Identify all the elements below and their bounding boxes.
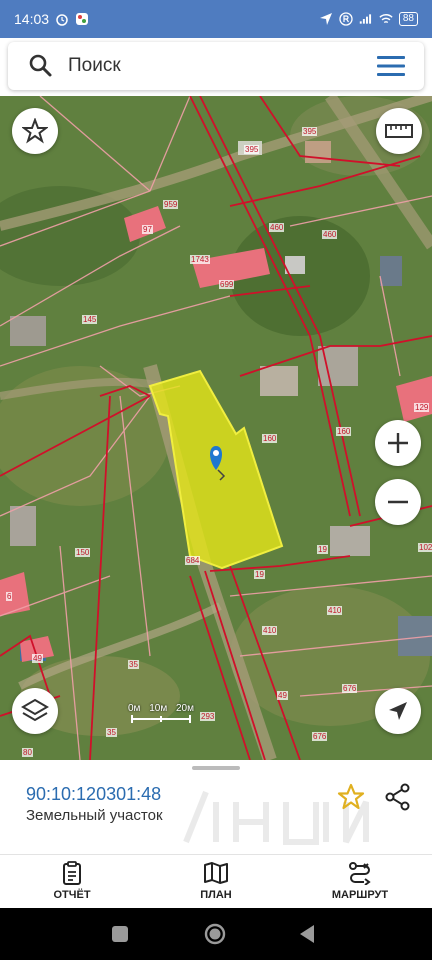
nav-plan[interactable]: ПЛАН (161, 861, 271, 901)
plot-label: 49 (32, 654, 43, 663)
status-bar: 14:03 88 (0, 0, 432, 38)
plot-label: 460 (322, 230, 338, 239)
system-navigation-bar (0, 908, 432, 960)
scale-label: 20м (176, 703, 194, 714)
plot-label: 395 (244, 145, 260, 154)
plot-label: 6 (6, 592, 13, 601)
nav-report[interactable]: ОТЧЁТ (17, 861, 127, 901)
share-icon[interactable] (384, 782, 412, 812)
nav-route[interactable]: МАРШРУТ (305, 861, 415, 901)
satellite-map[interactable] (0, 96, 432, 760)
search-icon[interactable] (26, 51, 56, 81)
plot-label: 460 (269, 223, 285, 232)
plot-label: 80 (22, 748, 33, 757)
object-type: Земельный участок (26, 807, 163, 824)
plus-icon (388, 433, 408, 453)
drag-handle[interactable] (192, 766, 240, 770)
location-icon (319, 13, 332, 25)
layers-icon (21, 698, 49, 722)
registered-icon (339, 12, 353, 26)
menu-icon[interactable] (376, 54, 406, 78)
plot-label: 160 (336, 427, 352, 436)
plot-label: 160 (262, 434, 278, 443)
plot-label: 410 (262, 626, 278, 635)
map-scale: 0м 10м 20м (128, 703, 194, 731)
plot-label: 293 (200, 712, 216, 721)
zoom-in-button[interactable] (375, 420, 421, 466)
nav-label: МАРШРУТ (331, 889, 389, 901)
map-icon (204, 862, 228, 884)
plot-label: 145 (82, 315, 98, 324)
plot-label: 19 (317, 545, 328, 554)
nav-label: ПЛАН (200, 889, 232, 901)
zoom-out-button[interactable] (375, 479, 421, 525)
wifi-icon (379, 14, 393, 24)
star-outline-icon (22, 118, 48, 144)
app-notification-icon (76, 13, 89, 25)
scale-label: 10м (149, 703, 168, 714)
bottom-navigation: ОТЧЁТ ПЛАН МАРШРУТ (0, 854, 432, 908)
search-input[interactable] (68, 55, 348, 77)
header (0, 38, 432, 96)
alarm-icon (56, 14, 68, 26)
plot-label: 676 (312, 732, 328, 741)
object-info-sheet[interactable]: 90:10:120301:48 Земельный участок (0, 760, 432, 854)
plot-label: 684 (185, 556, 201, 565)
plot-label: 699 (219, 280, 235, 289)
ruler-button[interactable] (376, 108, 422, 154)
plot-label: 959 (163, 200, 179, 209)
minus-icon (388, 500, 408, 504)
recents-button (112, 926, 128, 942)
map-view[interactable]: 395 395 959 97 460 460 1743 699 145 129 … (0, 96, 432, 760)
plot-label: 97 (142, 225, 153, 234)
system-nav-buttons (112, 923, 314, 945)
plot-label: 19 (254, 570, 265, 579)
signal-icon (359, 14, 371, 24)
plot-label: 410 (327, 606, 343, 615)
clipboard-icon (63, 861, 81, 885)
ruler-icon (385, 124, 413, 138)
plot-label: 676 (342, 684, 358, 693)
navigation-arrow-icon (389, 702, 407, 720)
plot-label: 102 (418, 543, 432, 552)
back-button (300, 925, 314, 943)
plot-label: 35 (128, 660, 139, 669)
battery-indicator: 88 (398, 12, 418, 26)
plot-label: 35 (106, 728, 117, 737)
cadastral-number[interactable]: 90:10:120301:48 (26, 784, 161, 805)
plot-label: 395 (302, 127, 318, 136)
favorites-button[interactable] (12, 108, 58, 154)
status-time: 14:03 (14, 11, 50, 27)
plot-label: 150 (75, 548, 91, 557)
layers-button[interactable] (12, 688, 58, 734)
nav-label: ОТЧЁТ (53, 889, 91, 901)
favorite-star-icon[interactable] (336, 782, 366, 812)
plot-label: 1743 (190, 255, 210, 264)
search-bar[interactable] (8, 42, 424, 90)
route-icon (349, 862, 371, 885)
plot-label: 129 (414, 403, 430, 412)
scale-label: 0м (128, 703, 141, 714)
plot-label: 49 (277, 691, 288, 700)
scale-ruler (131, 715, 191, 723)
my-location-button[interactable] (375, 688, 421, 734)
